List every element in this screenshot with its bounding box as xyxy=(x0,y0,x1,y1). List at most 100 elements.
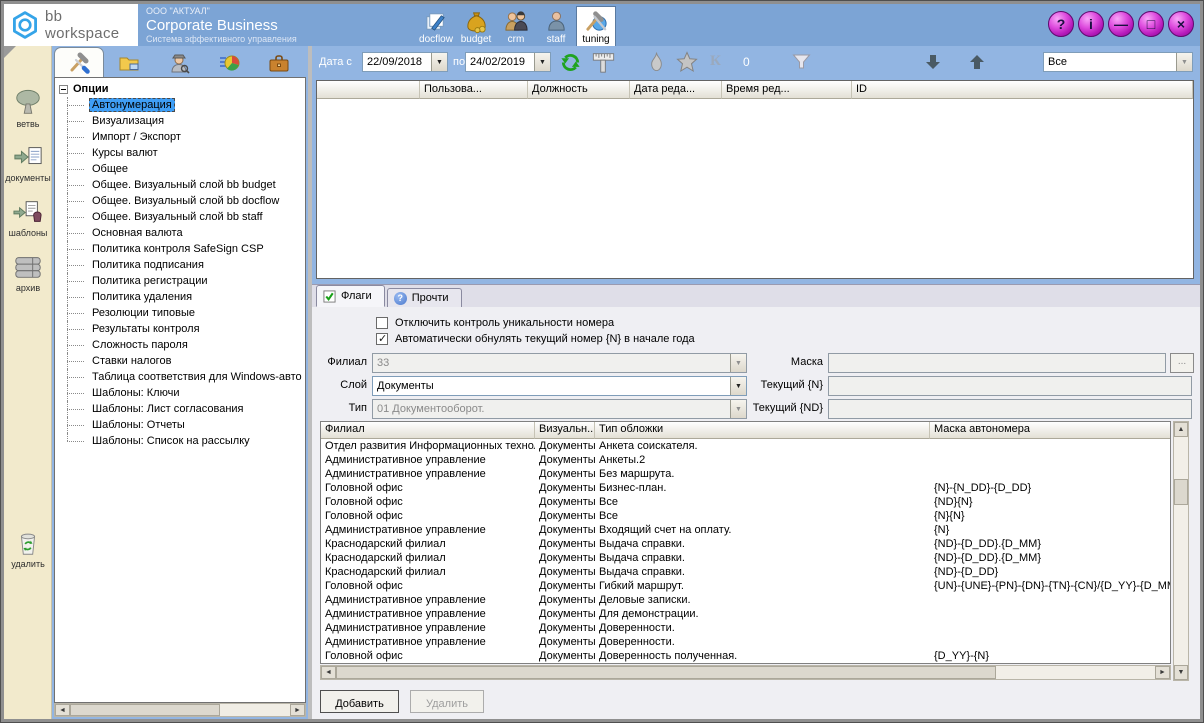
table-row[interactable]: Краснодарский филиал Документы Выдача сп… xyxy=(321,565,1170,579)
table-row[interactable]: Административное управление Документы Бе… xyxy=(321,467,1170,481)
module-docflow[interactable]: docflow xyxy=(416,6,456,46)
tree-root[interactable]: Опции xyxy=(59,81,305,97)
tree-item[interactable]: Шаблоны: Отчеты xyxy=(59,417,305,433)
arrow-up-icon[interactable] xyxy=(964,50,990,74)
table-row[interactable]: Административное управление Документы Вх… xyxy=(321,523,1170,537)
tab-reports[interactable] xyxy=(204,49,254,77)
ruler-icon[interactable] xyxy=(590,50,616,74)
module-crm[interactable]: crm xyxy=(496,6,536,46)
module-staff[interactable]: staff xyxy=(536,6,576,46)
scroll-up-icon[interactable]: ▲ xyxy=(1174,422,1188,437)
tree-item[interactable]: Политика регистрации xyxy=(59,273,305,289)
column-header[interactable]: Пользова... xyxy=(420,81,528,99)
add-button[interactable]: Добавить xyxy=(320,690,399,713)
sidebar-item-archive[interactable]: архив xyxy=(4,252,52,293)
checkbox-reset-number[interactable]: Автоматически обнулять текущий номер {N}… xyxy=(376,332,695,346)
column-header[interactable] xyxy=(1184,81,1193,99)
checkbox-icon[interactable] xyxy=(376,317,388,329)
minimize-button[interactable]: — xyxy=(1108,11,1134,37)
module-tuning[interactable]: tuning xyxy=(576,6,616,46)
scrollbar-thumb[interactable] xyxy=(336,666,996,679)
tab-options[interactable] xyxy=(54,47,104,77)
column-header[interactable]: Тип обложки xyxy=(595,422,930,439)
tab-flags[interactable]: Флаги xyxy=(316,285,385,307)
help-button[interactable]: ? xyxy=(1048,11,1074,37)
column-header[interactable]: Время ред... xyxy=(722,81,852,99)
browse-button[interactable]: ... xyxy=(1170,353,1194,373)
sidebar-item-documents[interactable]: документы xyxy=(4,142,52,183)
flame-icon[interactable] xyxy=(643,50,669,74)
column-header[interactable]: Дата реда... xyxy=(630,81,722,99)
scroll-down-icon[interactable]: ▼ xyxy=(1174,665,1188,680)
tree-item[interactable]: Курсы валют xyxy=(59,145,305,161)
tree-item[interactable]: Общее. Визуальный слой bb docflow xyxy=(59,193,305,209)
chevron-down-icon[interactable]: ▼ xyxy=(534,53,550,71)
scroll-right-icon[interactable]: ► xyxy=(1155,666,1170,679)
chevron-down-icon[interactable]: ▼ xyxy=(431,53,447,71)
filter-funnel-icon[interactable] xyxy=(788,50,814,74)
column-header[interactable]: ID xyxy=(852,81,1184,99)
table-row[interactable]: Административное управление Документы До… xyxy=(321,635,1170,649)
sidebar-item-templates[interactable]: шаблоны xyxy=(4,197,52,238)
arrow-down-icon[interactable] xyxy=(920,50,946,74)
scrollbar-thumb[interactable] xyxy=(70,704,220,716)
tab-shared-folders[interactable] xyxy=(104,49,154,77)
refresh-icon[interactable] xyxy=(557,50,583,74)
filter-combobox[interactable]: ▼ xyxy=(1043,52,1193,72)
scroll-left-icon[interactable]: ◄ xyxy=(321,666,336,679)
scroll-right-icon[interactable]: ► xyxy=(290,704,305,716)
tree-item[interactable]: Общее xyxy=(59,161,305,177)
layer-combobox[interactable]: Документы ▼ xyxy=(372,376,747,396)
tree-item[interactable]: Шаблоны: Список на рассылку xyxy=(59,433,305,449)
table-row[interactable]: Головной офис Документы Гибкий маршрут. … xyxy=(321,579,1170,593)
table-row[interactable]: Головной офис Документы Бизнес-план. {N}… xyxy=(321,481,1170,495)
info-button[interactable]: i xyxy=(1078,11,1104,37)
date-to-picker[interactable]: ▼ xyxy=(465,52,551,72)
tree-item[interactable]: Сложность пароля xyxy=(59,337,305,353)
tree-item[interactable]: Импорт / Экспорт xyxy=(59,129,305,145)
star-icon[interactable] xyxy=(674,50,700,74)
tree-item[interactable]: Общее. Визуальный слой bb budget xyxy=(59,177,305,193)
column-header[interactable] xyxy=(317,81,420,99)
table-row[interactable]: Отдел развития Информационных технологий… xyxy=(321,439,1170,453)
tree-item[interactable]: Политика удаления xyxy=(59,289,305,305)
date-from-picker[interactable]: ▼ xyxy=(362,52,448,72)
table-horizontal-scrollbar[interactable]: ◄ ► xyxy=(320,665,1171,680)
table-row[interactable]: Головной офис Документы Все {ND}{N} xyxy=(321,495,1170,509)
tree-horizontal-scrollbar[interactable]: ◄ ► xyxy=(54,703,306,717)
scroll-left-icon[interactable]: ◄ xyxy=(55,704,70,716)
tree-item[interactable]: Политика подписания xyxy=(59,257,305,273)
table-row[interactable]: Административное управление Документы Дл… xyxy=(321,607,1170,621)
tab-case[interactable] xyxy=(254,49,304,77)
table-row[interactable]: Административное управление Документы До… xyxy=(321,621,1170,635)
column-header[interactable]: Филиал xyxy=(321,422,535,439)
table-row[interactable]: Головной офис Документы Все {N}{N} xyxy=(321,509,1170,523)
maximize-button[interactable]: □ xyxy=(1138,11,1164,37)
sidebar-item-branch[interactable]: ветвь xyxy=(4,88,52,129)
table-row[interactable]: Краснодарский филиал Документы Выдача сп… xyxy=(321,551,1170,565)
sidebar-item-delete[interactable]: удалить xyxy=(4,528,52,569)
tree-item[interactable]: Общее. Визуальный слой bb staff xyxy=(59,209,305,225)
tab-read[interactable]: ? Прочти xyxy=(387,288,462,307)
table-row[interactable]: Административное управление Документы Де… xyxy=(321,593,1170,607)
k-tool-icon[interactable]: К xyxy=(710,53,721,70)
module-budget[interactable]: budget xyxy=(456,6,496,46)
column-header[interactable]: Визуальн... xyxy=(535,422,595,439)
table-row[interactable]: Административное управление Документы Ан… xyxy=(321,453,1170,467)
checkbox-icon[interactable] xyxy=(376,333,388,345)
close-button[interactable]: × xyxy=(1168,11,1194,37)
checkbox-unique-control[interactable]: Отключить контроль уникальности номера xyxy=(376,316,614,330)
table-row[interactable]: Краснодарский филиал Документы Выдача сп… xyxy=(321,537,1170,551)
column-header[interactable]: Маска автономера xyxy=(930,422,1170,439)
tree-item[interactable]: Результаты контроля xyxy=(59,321,305,337)
column-header[interactable]: Должность xyxy=(528,81,630,99)
collapse-icon[interactable] xyxy=(59,85,68,94)
tree-item[interactable]: Визуализация xyxy=(59,113,305,129)
tree-item[interactable]: Автонумерация xyxy=(59,97,305,113)
chevron-down-icon[interactable]: ▼ xyxy=(1176,53,1192,71)
date-to-input[interactable] xyxy=(466,53,534,71)
table-row[interactable]: Головной офис Документы Доверенность пол… xyxy=(321,649,1170,663)
date-from-input[interactable] xyxy=(363,53,431,71)
tree-item[interactable]: Основная валюта xyxy=(59,225,305,241)
scrollbar-thumb[interactable] xyxy=(1174,479,1188,505)
